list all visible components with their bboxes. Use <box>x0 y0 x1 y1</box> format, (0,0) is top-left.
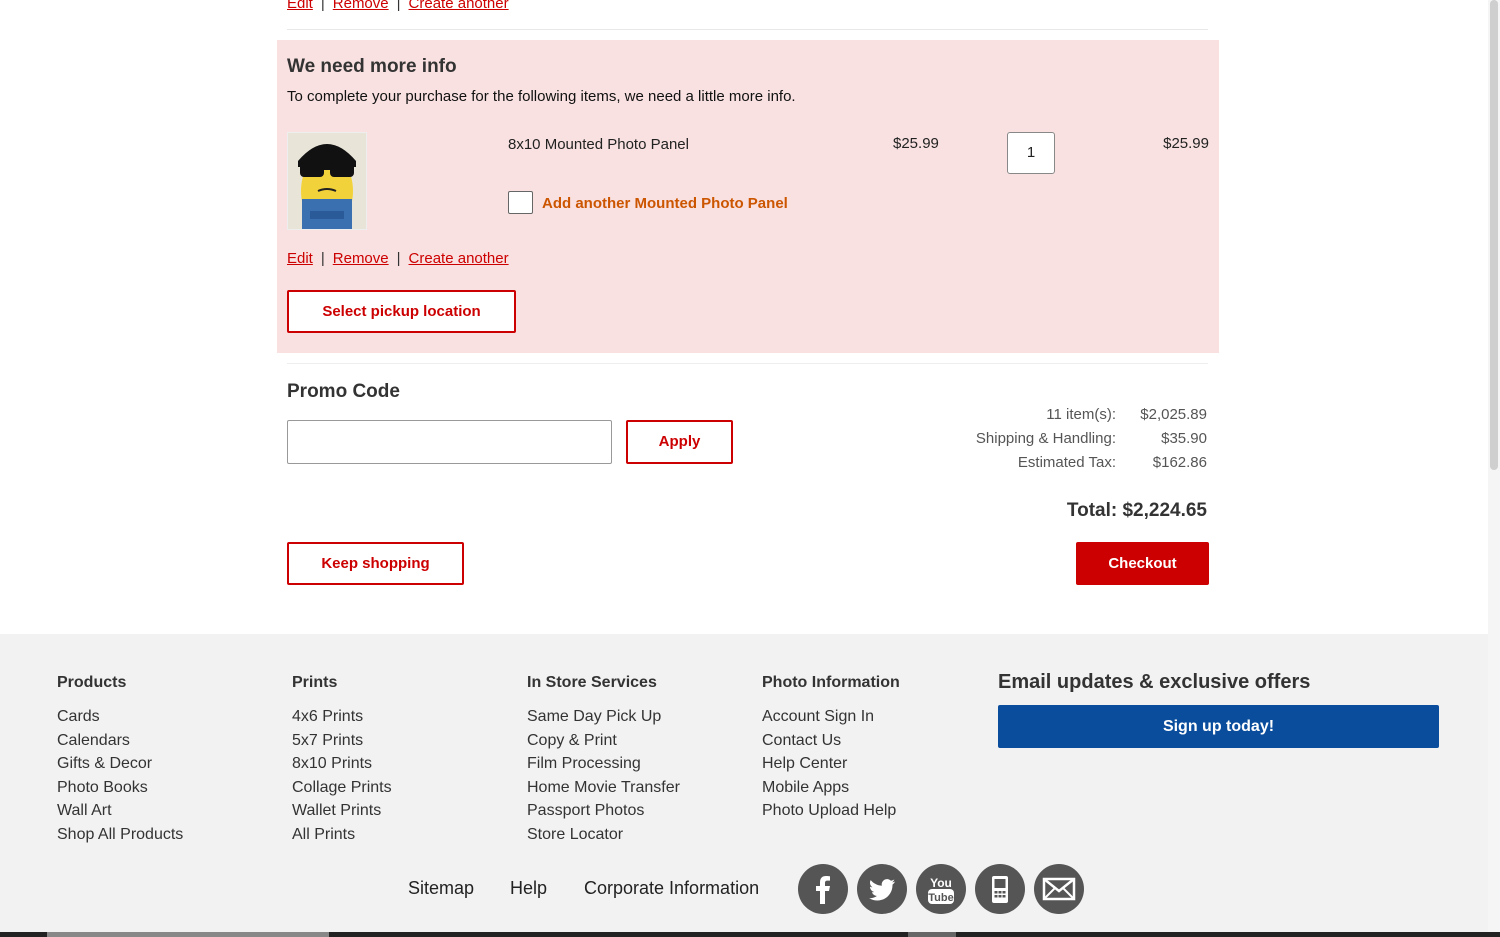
footer-link[interactable]: Shop All Products <box>57 823 183 847</box>
sign-up-button[interactable]: Sign up today! <box>998 705 1439 748</box>
footer-link-sitemap[interactable]: Sitemap <box>408 878 474 899</box>
footer-link[interactable]: Copy & Print <box>527 729 680 753</box>
footer-column-title: In Store Services <box>527 674 657 691</box>
separator: | <box>320 250 325 267</box>
email-icon[interactable] <box>1034 864 1084 914</box>
footer-link[interactable]: Gifts & Decor <box>57 752 183 776</box>
footer-link[interactable]: Same Day Pick Up <box>527 705 680 729</box>
product-name: 8x10 Mounted Photo Panel <box>508 136 689 153</box>
footer-column-title: Products <box>57 674 127 691</box>
unit-price: $25.99 <box>893 135 939 152</box>
footer-column-prints: Prints 4x6 Prints 5x7 Prints 8x10 Prints… <box>292 673 392 846</box>
footer-link[interactable]: Mobile Apps <box>762 776 900 800</box>
summary-shipping-row: Shipping & Handling: $35.90 <box>0 430 1500 450</box>
remove-link[interactable]: Remove <box>333 0 389 12</box>
footer-link[interactable]: Photo Books <box>57 776 183 800</box>
twitter-icon[interactable] <box>857 864 907 914</box>
footer-link[interactable]: Film Processing <box>527 752 680 776</box>
select-pickup-location-button[interactable]: Select pickup location <box>287 290 516 333</box>
tax-label: Estimated Tax: <box>1017 454 1116 471</box>
separator: | <box>396 250 401 267</box>
footer-link-help[interactable]: Help <box>510 878 547 899</box>
footer-column-title: Prints <box>292 674 338 691</box>
footer-link[interactable]: Wall Art <box>57 799 183 823</box>
footer-column-in-store-services: In Store Services Same Day Pick Up Copy … <box>527 673 680 846</box>
previous-item-actions: Edit | Remove | Create another <box>287 0 509 13</box>
tax-value: $162.86 <box>1152 454 1207 471</box>
footer-link[interactable]: Calendars <box>57 729 183 753</box>
summary-items-row: 11 item(s): $2,025.89 <box>0 406 1500 426</box>
footer-link[interactable]: Collage Prints <box>292 776 392 800</box>
summary-tax-row: Estimated Tax: $162.86 <box>0 454 1500 474</box>
more-info-title: We need more info <box>287 56 457 77</box>
youtube-icon-text-bottom: Tube <box>928 892 953 904</box>
create-another-link[interactable]: Create another <box>409 0 509 12</box>
footer-link-corporate-information[interactable]: Corporate Information <box>584 878 759 899</box>
items-label: 11 item(s): <box>1046 406 1116 423</box>
footer-column-photo-information: Photo Information Account Sign In Contac… <box>762 673 900 823</box>
remove-link[interactable]: Remove <box>333 250 389 267</box>
edit-link[interactable]: Edit <box>287 250 313 267</box>
footer-link[interactable]: 5x7 Prints <box>292 729 392 753</box>
line-total: $25.99 <box>1163 135 1209 152</box>
quantity-input[interactable]: 1 <box>1007 132 1055 174</box>
footer-column-title: Photo Information <box>762 674 900 691</box>
shipping-value: $35.90 <box>1161 430 1207 447</box>
horizontal-scrollbar[interactable] <box>0 932 1500 937</box>
add-another-checkbox[interactable] <box>508 191 533 214</box>
footer-link[interactable]: Help Center <box>762 752 900 776</box>
youtube-icon-text-top: You <box>930 876 952 890</box>
footer-link[interactable]: 8x10 Prints <box>292 752 392 776</box>
footer-link[interactable]: Account Sign In <box>762 705 900 729</box>
scrollbar-segment <box>908 932 956 937</box>
more-info-panel: We need more info To complete your purch… <box>277 40 1219 353</box>
more-info-description: To complete your purchase for the follow… <box>287 88 796 105</box>
promo-code-title: Promo Code <box>287 381 400 402</box>
footer-column-products: Products Cards Calendars Gifts & Decor P… <box>57 673 183 846</box>
vertical-scrollbar[interactable] <box>1488 0 1500 937</box>
product-thumbnail[interactable] <box>287 132 367 230</box>
facebook-icon[interactable] <box>798 864 848 914</box>
create-another-link[interactable]: Create another <box>409 250 509 267</box>
divider <box>287 363 1208 364</box>
checkout-button[interactable]: Checkout <box>1076 542 1209 585</box>
footer-link[interactable]: 4x6 Prints <box>292 705 392 729</box>
order-total: Total: $2,224.65 <box>1066 500 1207 521</box>
email-updates-title: Email updates & exclusive offers <box>998 671 1311 693</box>
shipping-label: Shipping & Handling: <box>975 430 1116 447</box>
youtube-icon[interactable]: You Tube <box>916 864 966 914</box>
separator: | <box>396 0 401 12</box>
keep-shopping-button[interactable]: Keep shopping <box>287 542 464 585</box>
separator: | <box>320 0 325 12</box>
footer-link[interactable]: Photo Upload Help <box>762 799 900 823</box>
item-actions: Edit | Remove | Create another <box>287 250 509 268</box>
footer-link[interactable]: Passport Photos <box>527 799 680 823</box>
footer-link[interactable]: Wallet Prints <box>292 799 392 823</box>
scrollbar-thumb[interactable] <box>1490 0 1498 470</box>
divider <box>287 29 1208 30</box>
items-value: $2,025.89 <box>1140 406 1207 423</box>
site-footer: Products Cards Calendars Gifts & Decor P… <box>0 634 1500 937</box>
footer-link[interactable]: Contact Us <box>762 729 900 753</box>
footer-link[interactable]: All Prints <box>292 823 392 847</box>
mobile-icon[interactable] <box>975 864 1025 914</box>
footer-link[interactable]: Home Movie Transfer <box>527 776 680 800</box>
scrollbar-thumb[interactable] <box>47 932 329 937</box>
footer-link[interactable]: Store Locator <box>527 823 680 847</box>
edit-link[interactable]: Edit <box>287 0 313 12</box>
footer-link[interactable]: Cards <box>57 705 183 729</box>
add-another-label[interactable]: Add another Mounted Photo Panel <box>542 195 788 212</box>
